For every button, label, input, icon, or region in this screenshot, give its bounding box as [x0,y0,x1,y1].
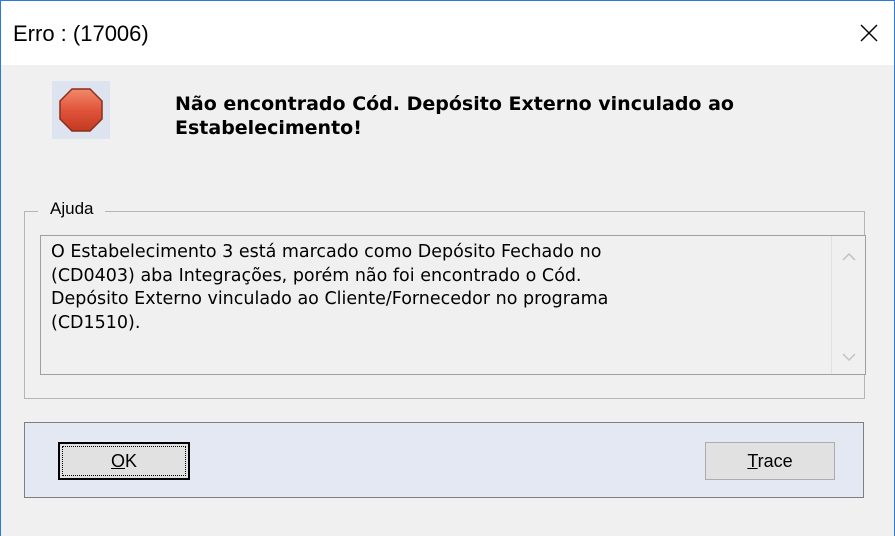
trace-label-rest: race [757,450,793,471]
help-text: O Estabelecimento 3 está marcado como De… [51,242,609,333]
trace-mnemonic: T [747,450,758,471]
help-legend: Ajuda [38,199,106,219]
button-panel: OK Trace [24,422,864,498]
ok-mnemonic: O [110,450,125,471]
scroll-up-button[interactable] [832,242,865,272]
chevron-up-icon [841,252,856,261]
close-button[interactable] [844,1,894,65]
trace-button[interactable]: Trace [705,442,835,480]
error-message: Não encontrado Cód. Depósito Externo vin… [175,93,734,139]
help-textarea[interactable]: O Estabelecimento 3 está marcado como De… [40,235,866,375]
ok-button[interactable]: OK [58,442,190,480]
scroll-down-button[interactable] [832,342,865,372]
close-icon [860,24,878,42]
window-title: Erro : (17006) [13,21,149,46]
ok-label-rest: K [125,450,138,471]
chevron-down-icon [841,353,856,362]
stop-icon [52,81,110,143]
title-bar[interactable]: Erro : (17006) [1,1,894,65]
vertical-scrollbar[interactable] [831,236,865,374]
